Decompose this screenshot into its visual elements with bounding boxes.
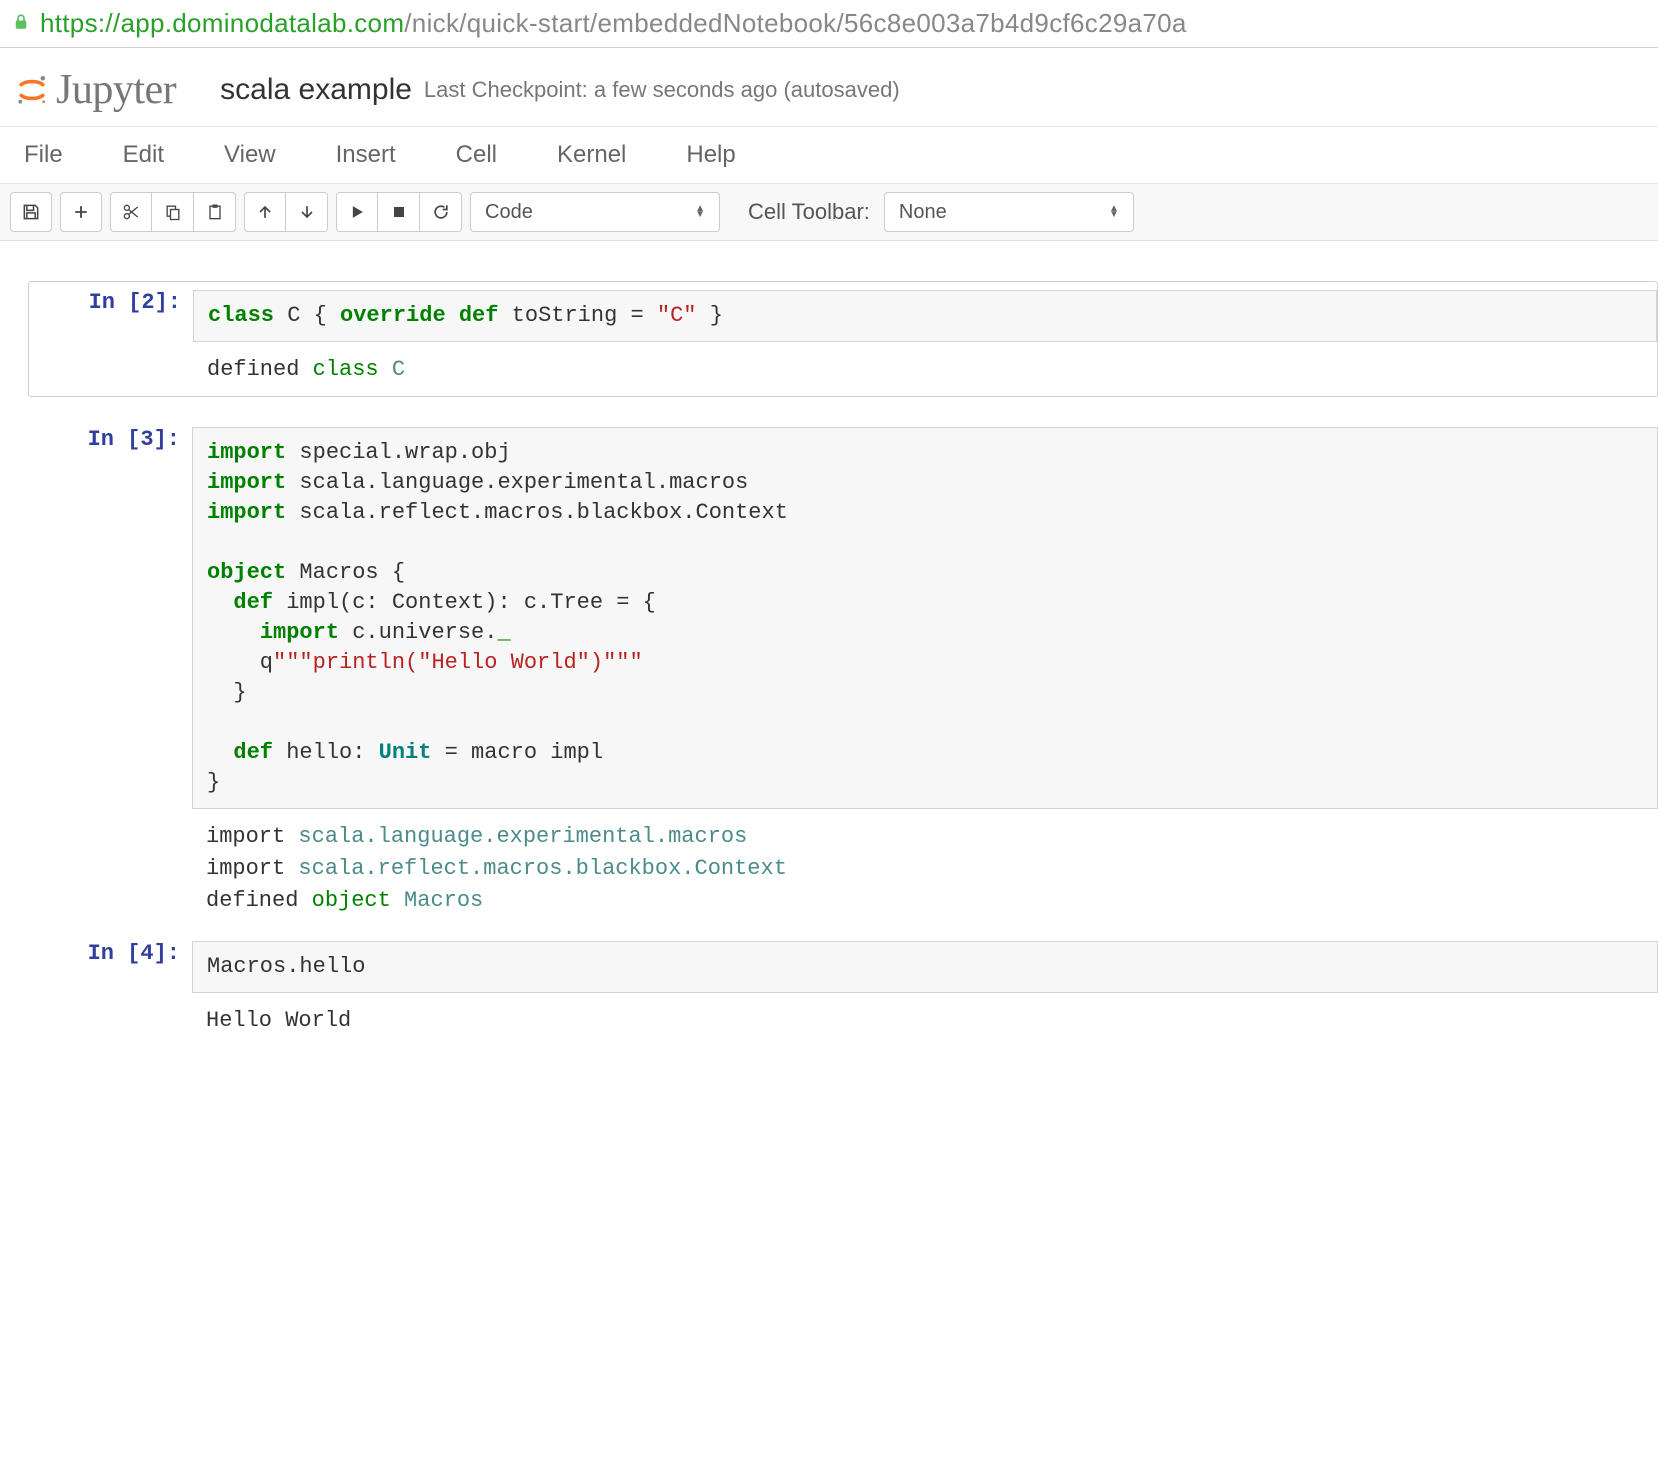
code-cell[interactable]: In [3]: import special.wrap.obj import s… bbox=[28, 427, 1658, 917]
code-output: Hello World bbox=[192, 993, 1658, 1037]
arrow-up-icon bbox=[255, 202, 275, 222]
menu-insert[interactable]: Insert bbox=[326, 133, 406, 177]
lock-icon bbox=[12, 13, 30, 35]
url-host: app.dominodatalab.com bbox=[120, 8, 404, 38]
notebook-area: In [2]: class C { override def toString … bbox=[0, 241, 1658, 1101]
code-cell[interactable]: In [4]: Macros.hello Hello World bbox=[28, 941, 1658, 1037]
copy-icon bbox=[163, 202, 183, 222]
arrow-down-icon bbox=[297, 202, 317, 222]
save-button[interactable] bbox=[10, 192, 52, 232]
scissors-icon bbox=[121, 202, 141, 222]
cell-toolbar-value: None bbox=[899, 201, 947, 224]
copy-button[interactable] bbox=[152, 192, 194, 232]
restart-button[interactable] bbox=[420, 192, 462, 232]
paste-icon bbox=[205, 202, 225, 222]
menu-cell[interactable]: Cell bbox=[446, 133, 507, 177]
url-path: /nick/quick-start/embeddedNotebook/56c8e… bbox=[404, 8, 1186, 38]
cut-button[interactable] bbox=[110, 192, 152, 232]
play-icon bbox=[347, 202, 367, 222]
code-input[interactable]: Macros.hello bbox=[192, 941, 1658, 993]
code-cell: In [2]: class C { override def toString … bbox=[29, 290, 1657, 386]
input-prompt: In [2]: bbox=[89, 290, 181, 315]
cell-toolbar-label: Cell Toolbar: bbox=[748, 199, 870, 225]
move-down-button[interactable] bbox=[286, 192, 328, 232]
toolbar: Code ▲▼ Cell Toolbar: None ▲▼ bbox=[0, 184, 1658, 241]
insert-cell-button[interactable] bbox=[60, 192, 102, 232]
cell-selected[interactable]: In [2]: class C { override def toString … bbox=[28, 281, 1658, 397]
paste-button[interactable] bbox=[194, 192, 236, 232]
cell-type-select[interactable]: Code ▲▼ bbox=[470, 192, 720, 232]
browser-url-bar: https://app.dominodatalab.com/nick/quick… bbox=[0, 0, 1658, 48]
input-prompt: In [4]: bbox=[88, 941, 180, 966]
interrupt-button[interactable] bbox=[378, 192, 420, 232]
restart-icon bbox=[431, 202, 451, 222]
menu-file[interactable]: File bbox=[14, 133, 73, 177]
url-scheme: https:// bbox=[40, 8, 120, 38]
notebook-name[interactable]: scala example bbox=[220, 73, 412, 107]
plus-icon bbox=[71, 202, 91, 222]
select-arrows-icon: ▲▼ bbox=[1109, 206, 1119, 218]
cell-type-value: Code bbox=[485, 201, 533, 224]
move-up-button[interactable] bbox=[244, 192, 286, 232]
menu-kernel[interactable]: Kernel bbox=[547, 133, 636, 177]
code-input[interactable]: import special.wrap.obj import scala.lan… bbox=[192, 427, 1658, 809]
browser-url[interactable]: https://app.dominodatalab.com/nick/quick… bbox=[40, 8, 1187, 39]
code-output: defined class C bbox=[193, 342, 1657, 386]
jupyter-logo-text: Jupyter bbox=[56, 66, 176, 114]
menu-help[interactable]: Help bbox=[676, 133, 745, 177]
checkpoint-status: Last Checkpoint: a few seconds ago (auto… bbox=[424, 77, 900, 103]
input-prompt: In [3]: bbox=[88, 427, 180, 452]
select-arrows-icon: ▲▼ bbox=[695, 206, 705, 218]
code-output: import scala.language.experimental.macro… bbox=[192, 809, 1658, 917]
jupyter-logo[interactable]: Jupyter bbox=[14, 66, 176, 114]
jupyter-logo-icon bbox=[14, 72, 50, 108]
menu-edit[interactable]: Edit bbox=[113, 133, 174, 177]
save-icon bbox=[21, 202, 41, 222]
code-input[interactable]: class C { override def toString = "C" } bbox=[193, 290, 1657, 342]
menu-bar: File Edit View Insert Cell Kernel Help bbox=[0, 126, 1658, 184]
stop-icon bbox=[389, 202, 409, 222]
cell-toolbar-select[interactable]: None ▲▼ bbox=[884, 192, 1134, 232]
notebook-header: Jupyter scala example Last Checkpoint: a… bbox=[0, 48, 1658, 126]
menu-view[interactable]: View bbox=[214, 133, 286, 177]
run-button[interactable] bbox=[336, 192, 378, 232]
